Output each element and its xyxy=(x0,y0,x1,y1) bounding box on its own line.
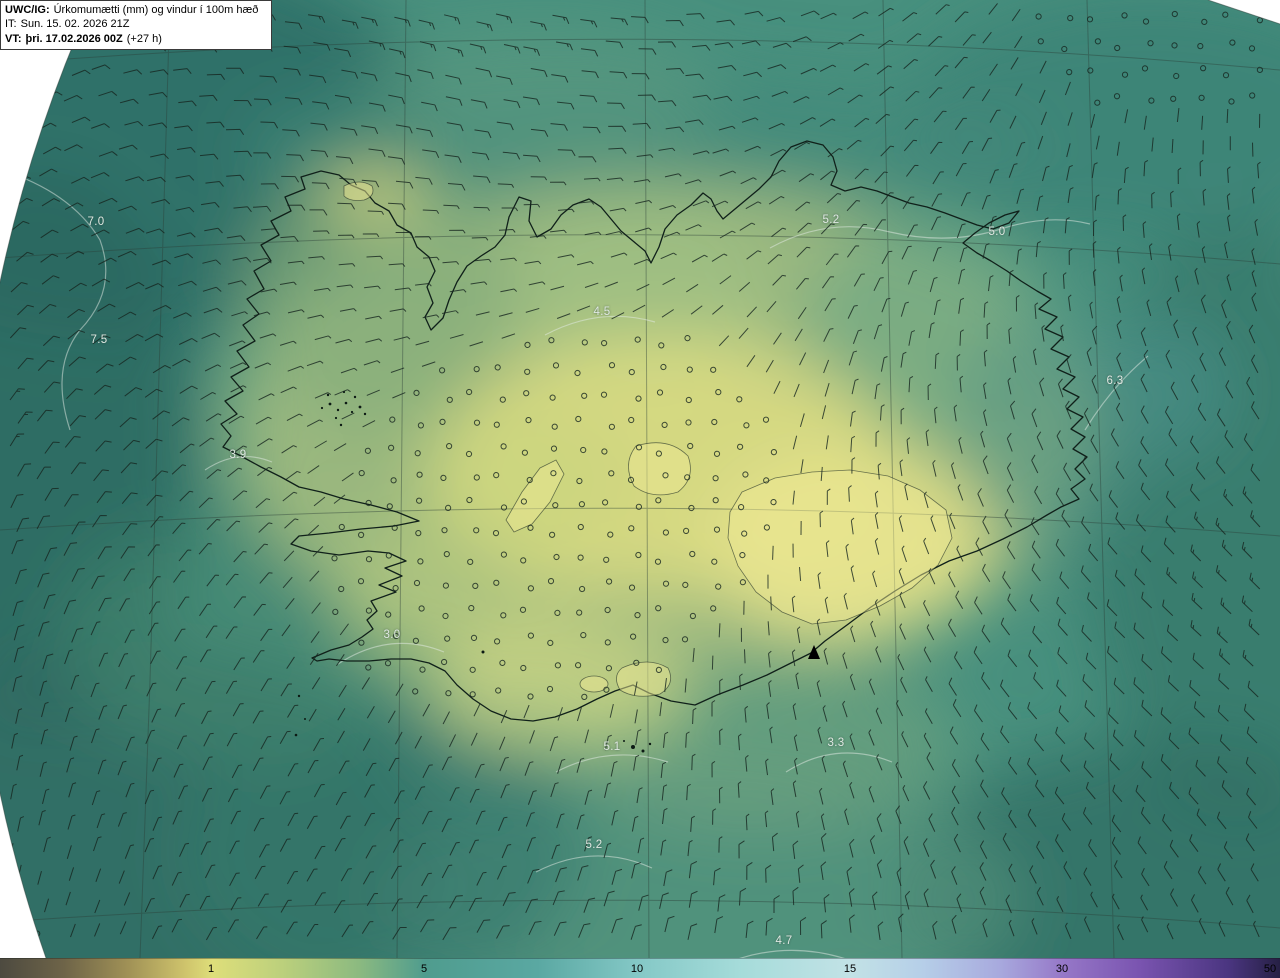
glacier-myrdalsjokull xyxy=(616,661,672,697)
map-title-box: UWC/IG: Úrkomumætti (mm) og vindur í 100m… xyxy=(0,0,272,50)
precipitation-colorbar: 1 5 10 15 30 50 xyxy=(0,958,1280,978)
wind-barb xyxy=(772,545,774,560)
weather-map-page: 7.0 7.5 5.2 5.0 4.5 6.3 3.9 3.0 5.1 3.3 5.2 4.7 UWC… xyxy=(0,0,1280,978)
wind-barb xyxy=(743,649,746,664)
map-title: Úrkomumætti (mm) og vindur í 100m hæð xyxy=(53,4,259,16)
init-time-label: IT: xyxy=(5,18,17,31)
colorbar-tick-50: 50 xyxy=(1263,962,1277,975)
glacier-hofsjokull xyxy=(628,442,691,496)
colorbar-tick-10: 10 xyxy=(630,962,644,975)
valid-time-offset: (+27 h) xyxy=(126,32,162,45)
map-canvas xyxy=(0,0,1280,958)
colorbar-tick-15: 15 xyxy=(843,962,857,975)
glacier-drangajokull xyxy=(343,181,374,201)
colorbar-tick-1: 1 xyxy=(207,962,215,975)
valid-time-label: VT: xyxy=(5,32,22,45)
colorbar-tick-30: 30 xyxy=(1055,962,1069,975)
wind-barb xyxy=(1226,108,1229,124)
model-name: UWC/IG: xyxy=(5,4,50,16)
title-line-model: UWC/IG: Úrkomumætti (mm) og vindur í 100m… xyxy=(5,3,263,17)
title-line-valid: VT: þri. 17.02.2026 00Z (+27 h) xyxy=(5,32,263,46)
wind-barb xyxy=(770,596,772,611)
colorbar-tick-5: 5 xyxy=(420,962,428,975)
title-line-init: IT: Sun. 15. 02. 2026 21Z xyxy=(5,17,263,31)
valid-time: þri. 17.02.2026 00Z xyxy=(25,32,123,45)
init-time: Sun. 15. 02. 2026 21Z xyxy=(20,18,130,31)
